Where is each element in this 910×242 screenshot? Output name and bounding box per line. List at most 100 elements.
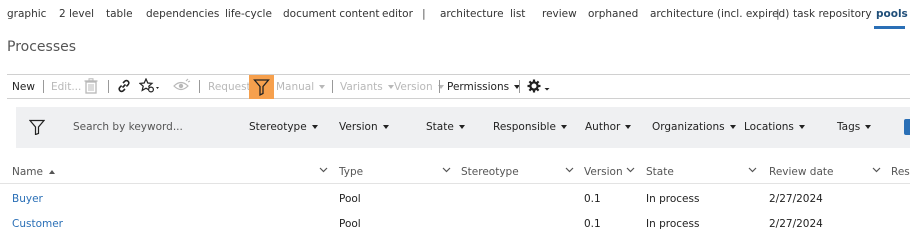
apply-filter-button[interactable] (904, 119, 910, 135)
chevron-down-icon[interactable] (565, 165, 574, 174)
chevron-down-icon (625, 125, 632, 129)
page-title: Processes (7, 39, 77, 55)
tab-table[interactable]: table (106, 8, 133, 20)
chevron-down-icon[interactable] (748, 165, 757, 174)
chevron-down-icon (458, 125, 465, 129)
organizations-filter-label: Organizations (652, 121, 725, 133)
row-name-link[interactable]: Buyer (12, 193, 43, 205)
tab-2-level[interactable]: 2 level (59, 8, 94, 20)
row-name-link[interactable]: Customer (12, 218, 63, 230)
request-button[interactable]: Request (208, 81, 251, 93)
stereotype-filter[interactable]: Stereotype (249, 121, 318, 133)
row-review-date: 2/27/2024 (769, 218, 823, 230)
tab-pools[interactable]: pools (876, 8, 908, 20)
chevron-down-icon (560, 125, 567, 129)
tab-separator: | (776, 7, 780, 20)
tags-filter-label: Tags (837, 121, 861, 133)
manual-label: Manual (276, 81, 315, 93)
tab-review[interactable]: review (542, 8, 577, 20)
filter-toggle-button[interactable] (249, 75, 274, 99)
column-header-responsible[interactable]: Resp (891, 166, 910, 178)
row-version: 0.1 (584, 218, 601, 230)
tab-list[interactable]: list (510, 8, 525, 20)
gear-icon[interactable] (527, 78, 557, 96)
active-tab-indicator (874, 26, 905, 29)
table-header: Name Type Stereotype Version State Revie… (0, 160, 910, 184)
permissions-dropdown[interactable]: Permissions (447, 81, 521, 93)
tab-task-repository[interactable]: task repository (793, 8, 872, 20)
new-button[interactable]: New (12, 81, 35, 93)
tab-architecture-incl-expired[interactable]: architecture (incl. expired) (650, 8, 789, 20)
filter-icon (253, 79, 270, 97)
chevron-down-icon (382, 125, 389, 129)
delete-icon[interactable] (84, 78, 102, 96)
variants-label: Variants (340, 81, 383, 93)
row-state: In process (646, 218, 700, 230)
table-row[interactable]: Customer Pool 0.1 In process 2/27/2024 (0, 212, 910, 236)
state-filter-label: State (426, 121, 454, 133)
chevron-down-icon (729, 125, 736, 129)
row-state: In process (646, 193, 700, 205)
row-type: Pool (339, 218, 361, 230)
organizations-filter[interactable]: Organizations (652, 121, 736, 133)
eye-icon[interactable] (173, 78, 191, 96)
chevron-down-icon[interactable] (872, 165, 881, 174)
tab-editor[interactable]: editor (382, 8, 413, 20)
toolbar-divider (332, 80, 333, 93)
chevron-down-icon (311, 125, 318, 129)
tab-document-content[interactable]: document content (283, 8, 380, 20)
toolbar: New Edit... Request Manual Variants Vers… (7, 74, 910, 99)
chevron-down-icon (798, 125, 805, 129)
chevron-down-icon[interactable] (319, 165, 328, 174)
toolbar-divider (199, 80, 200, 93)
toolbar-divider (439, 80, 440, 93)
column-header-state[interactable]: State (646, 166, 674, 178)
tab-separator: | (422, 7, 426, 20)
tab-dependencies[interactable]: dependencies (146, 8, 219, 20)
version-filter[interactable]: Version (339, 121, 389, 133)
column-header-stereotype[interactable]: Stereotype (461, 166, 519, 178)
column-header-type[interactable]: Type (339, 166, 363, 178)
filter-icon[interactable] (28, 119, 46, 138)
variants-dropdown[interactable]: Variants (340, 81, 394, 93)
version-filter-label: Version (339, 121, 378, 133)
row-type: Pool (339, 193, 361, 205)
view-tabs: graphic 2 level table dependencies life-… (0, 0, 910, 30)
link-icon[interactable] (116, 78, 134, 96)
filter-bar: Search by keyword... Stereotype Version … (16, 107, 910, 148)
chevron-down-icon (865, 125, 872, 129)
responsible-filter[interactable]: Responsible (493, 121, 567, 133)
version-label: Version (394, 81, 433, 93)
version-dropdown[interactable]: Version (394, 81, 444, 93)
edit-button[interactable]: Edit... (51, 81, 81, 93)
tab-orphaned[interactable]: orphaned (588, 8, 638, 20)
chevron-down-icon[interactable] (626, 165, 635, 174)
tab-graphic[interactable]: graphic (7, 8, 46, 20)
column-header-version[interactable]: Version (584, 166, 623, 178)
manual-dropdown[interactable]: Manual (276, 81, 326, 93)
author-filter-label: Author (585, 121, 621, 133)
column-name-label: Name (12, 166, 43, 178)
author-filter[interactable]: Author (585, 121, 632, 133)
tab-architecture[interactable]: architecture (440, 8, 504, 20)
table-row[interactable]: Buyer Pool 0.1 In process 2/27/2024 (0, 187, 910, 211)
locations-filter[interactable]: Locations (744, 121, 805, 133)
row-review-date: 2/27/2024 (769, 193, 823, 205)
toolbar-divider (519, 80, 520, 93)
row-version: 0.1 (584, 193, 601, 205)
toolbar-divider (43, 80, 44, 93)
chevron-down-icon (319, 85, 326, 89)
tab-life-cycle[interactable]: life-cycle (225, 8, 272, 20)
star-settings-icon[interactable] (138, 77, 159, 96)
column-header-review-date[interactable]: Review date (769, 166, 833, 178)
chevron-down-icon[interactable] (442, 165, 451, 174)
column-header-name[interactable]: Name (12, 166, 55, 178)
responsible-filter-label: Responsible (493, 121, 556, 133)
search-input[interactable]: Search by keyword... (73, 121, 183, 133)
tags-filter[interactable]: Tags (837, 121, 872, 133)
stereotype-filter-label: Stereotype (249, 121, 307, 133)
toolbar-divider (108, 80, 109, 93)
state-filter[interactable]: State (426, 121, 465, 133)
sort-ascending-icon (48, 170, 55, 174)
chevron-down-icon (387, 85, 394, 89)
